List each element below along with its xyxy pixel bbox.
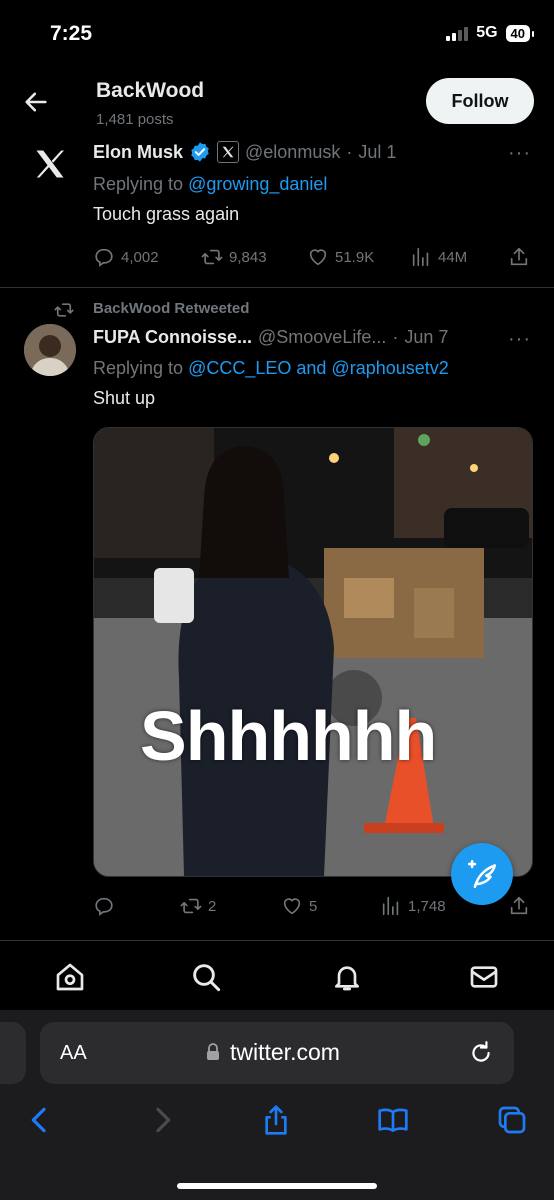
- search-icon[interactable]: [190, 961, 222, 993]
- compose-post-icon: [467, 859, 497, 889]
- tweet2-dot: ·: [392, 327, 399, 347]
- media-caption-text: Shhhhhh: [140, 697, 437, 775]
- tabs-icon[interactable]: [496, 1104, 528, 1136]
- mail-icon[interactable]: [468, 961, 500, 993]
- tweet1-like-button[interactable]: 51.9K: [307, 246, 374, 268]
- signal-icon: [446, 26, 469, 41]
- tweet2-header: FUPA Connoisse... @SmooveLife... · Jun 7: [93, 327, 448, 348]
- home-indicator: [177, 1183, 377, 1189]
- retweet-icon: [54, 303, 74, 317]
- retweeted-banner[interactable]: BackWood Retweeted: [93, 300, 249, 317]
- views-count: 1,748: [408, 897, 446, 915]
- affiliation-x-badge-icon: [217, 141, 240, 163]
- tweet1-text: Touch grass again: [93, 204, 240, 224]
- avatar[interactable]: [24, 324, 76, 376]
- like-count: 51.9K: [335, 248, 375, 266]
- browser-forward-icon[interactable]: [146, 1104, 178, 1136]
- tweet2-author-name[interactable]: FUPA Connoisse...: [93, 327, 252, 348]
- replying-to-link[interactable]: @growing_daniel: [188, 174, 327, 194]
- tweet1-more-icon[interactable]: ···: [508, 142, 531, 165]
- verified-badge-icon: [191, 142, 209, 162]
- browser-back-icon[interactable]: [24, 1104, 56, 1136]
- replying-to-link-2[interactable]: @raphousetv2: [331, 358, 448, 378]
- tweet1-header: Elon Musk @elonmusk · Jul 1: [93, 141, 396, 163]
- tweet1-author-name[interactable]: Elon Musk: [93, 142, 183, 163]
- tweet1-reply-button[interactable]: 4,002: [93, 246, 159, 268]
- bell-icon[interactable]: [331, 961, 363, 993]
- replying-prefix: Replying to: [93, 174, 189, 194]
- post-count: 1,481 posts: [96, 111, 174, 128]
- reply-count: 4,002: [121, 248, 159, 266]
- media-photo: [94, 428, 532, 876]
- tweet2-date[interactable]: Jun 7: [404, 327, 448, 348]
- tweet-media-image[interactable]: Shhhhhh: [93, 427, 533, 877]
- bookmarks-icon[interactable]: [377, 1104, 409, 1136]
- share-icon[interactable]: [508, 246, 530, 268]
- tweet1-handle[interactable]: @elonmusk: [245, 142, 340, 163]
- share-icon[interactable]: [508, 895, 530, 917]
- tweet2-more-icon[interactable]: ···: [508, 328, 531, 351]
- replying-prefix: Replying to: [93, 358, 189, 378]
- tweet2-retweet-button[interactable]: 2: [180, 895, 216, 917]
- retweet-icon: [180, 898, 202, 914]
- network-label: 5G: [476, 24, 498, 41]
- tweet-divider: [0, 287, 554, 288]
- like-count: 5: [309, 897, 318, 915]
- lock-icon: [207, 1043, 219, 1060]
- status-indicators: 5G 40: [446, 24, 535, 42]
- tweet1-dot: ·: [346, 141, 353, 162]
- views-chart-icon: [412, 247, 429, 267]
- tweet1-date[interactable]: Jul 1: [358, 142, 396, 163]
- tweet2-replying: Replying to @CCC_LEO and @raphousetv2: [93, 358, 449, 379]
- views-count: 44M: [438, 248, 468, 266]
- battery-indicator: 40: [505, 24, 535, 42]
- retweet-count: 2: [208, 897, 217, 915]
- tweet1-retweet-button[interactable]: 9,843: [201, 246, 267, 268]
- url-text[interactable]: twitter.com: [230, 1039, 340, 1066]
- reply-icon: [95, 897, 113, 916]
- heart-icon: [309, 249, 327, 266]
- profile-name: BackWood: [96, 79, 205, 102]
- tweet1-replying: Replying to @growing_daniel: [93, 174, 327, 195]
- previous-tab-peek[interactable]: [0, 1022, 26, 1084]
- heart-icon: [283, 898, 301, 915]
- compose-post-button[interactable]: [451, 843, 513, 905]
- bottom-tab-bar: [0, 940, 554, 1011]
- tweet2-handle[interactable]: @SmooveLife...: [258, 327, 386, 348]
- reply-icon: [95, 248, 113, 267]
- views-chart-icon: [382, 896, 399, 916]
- retweet-count: 9,843: [229, 248, 267, 266]
- tweet1-views-button[interactable]: 44M: [410, 246, 467, 268]
- tweet2-reply-button[interactable]: [93, 895, 121, 917]
- tweet2-views-button[interactable]: 1,748: [380, 895, 446, 917]
- follow-button[interactable]: Follow: [426, 78, 534, 124]
- browser-share-icon[interactable]: [260, 1104, 292, 1136]
- tweet2-like-button[interactable]: 5: [281, 895, 317, 917]
- replying-to-link-1[interactable]: @CCC_LEO: [188, 358, 291, 378]
- home-icon[interactable]: [54, 961, 86, 993]
- x-logo-icon[interactable]: [30, 146, 70, 182]
- tweet2-text: Shut up: [93, 388, 156, 408]
- reader-options-button[interactable]: AA: [60, 1042, 87, 1065]
- status-time: 7:25: [50, 22, 93, 45]
- replying-and: and: [291, 358, 332, 378]
- reload-icon[interactable]: [468, 1040, 494, 1066]
- retweet-icon: [201, 249, 223, 265]
- arrow-left-icon[interactable]: [22, 88, 50, 116]
